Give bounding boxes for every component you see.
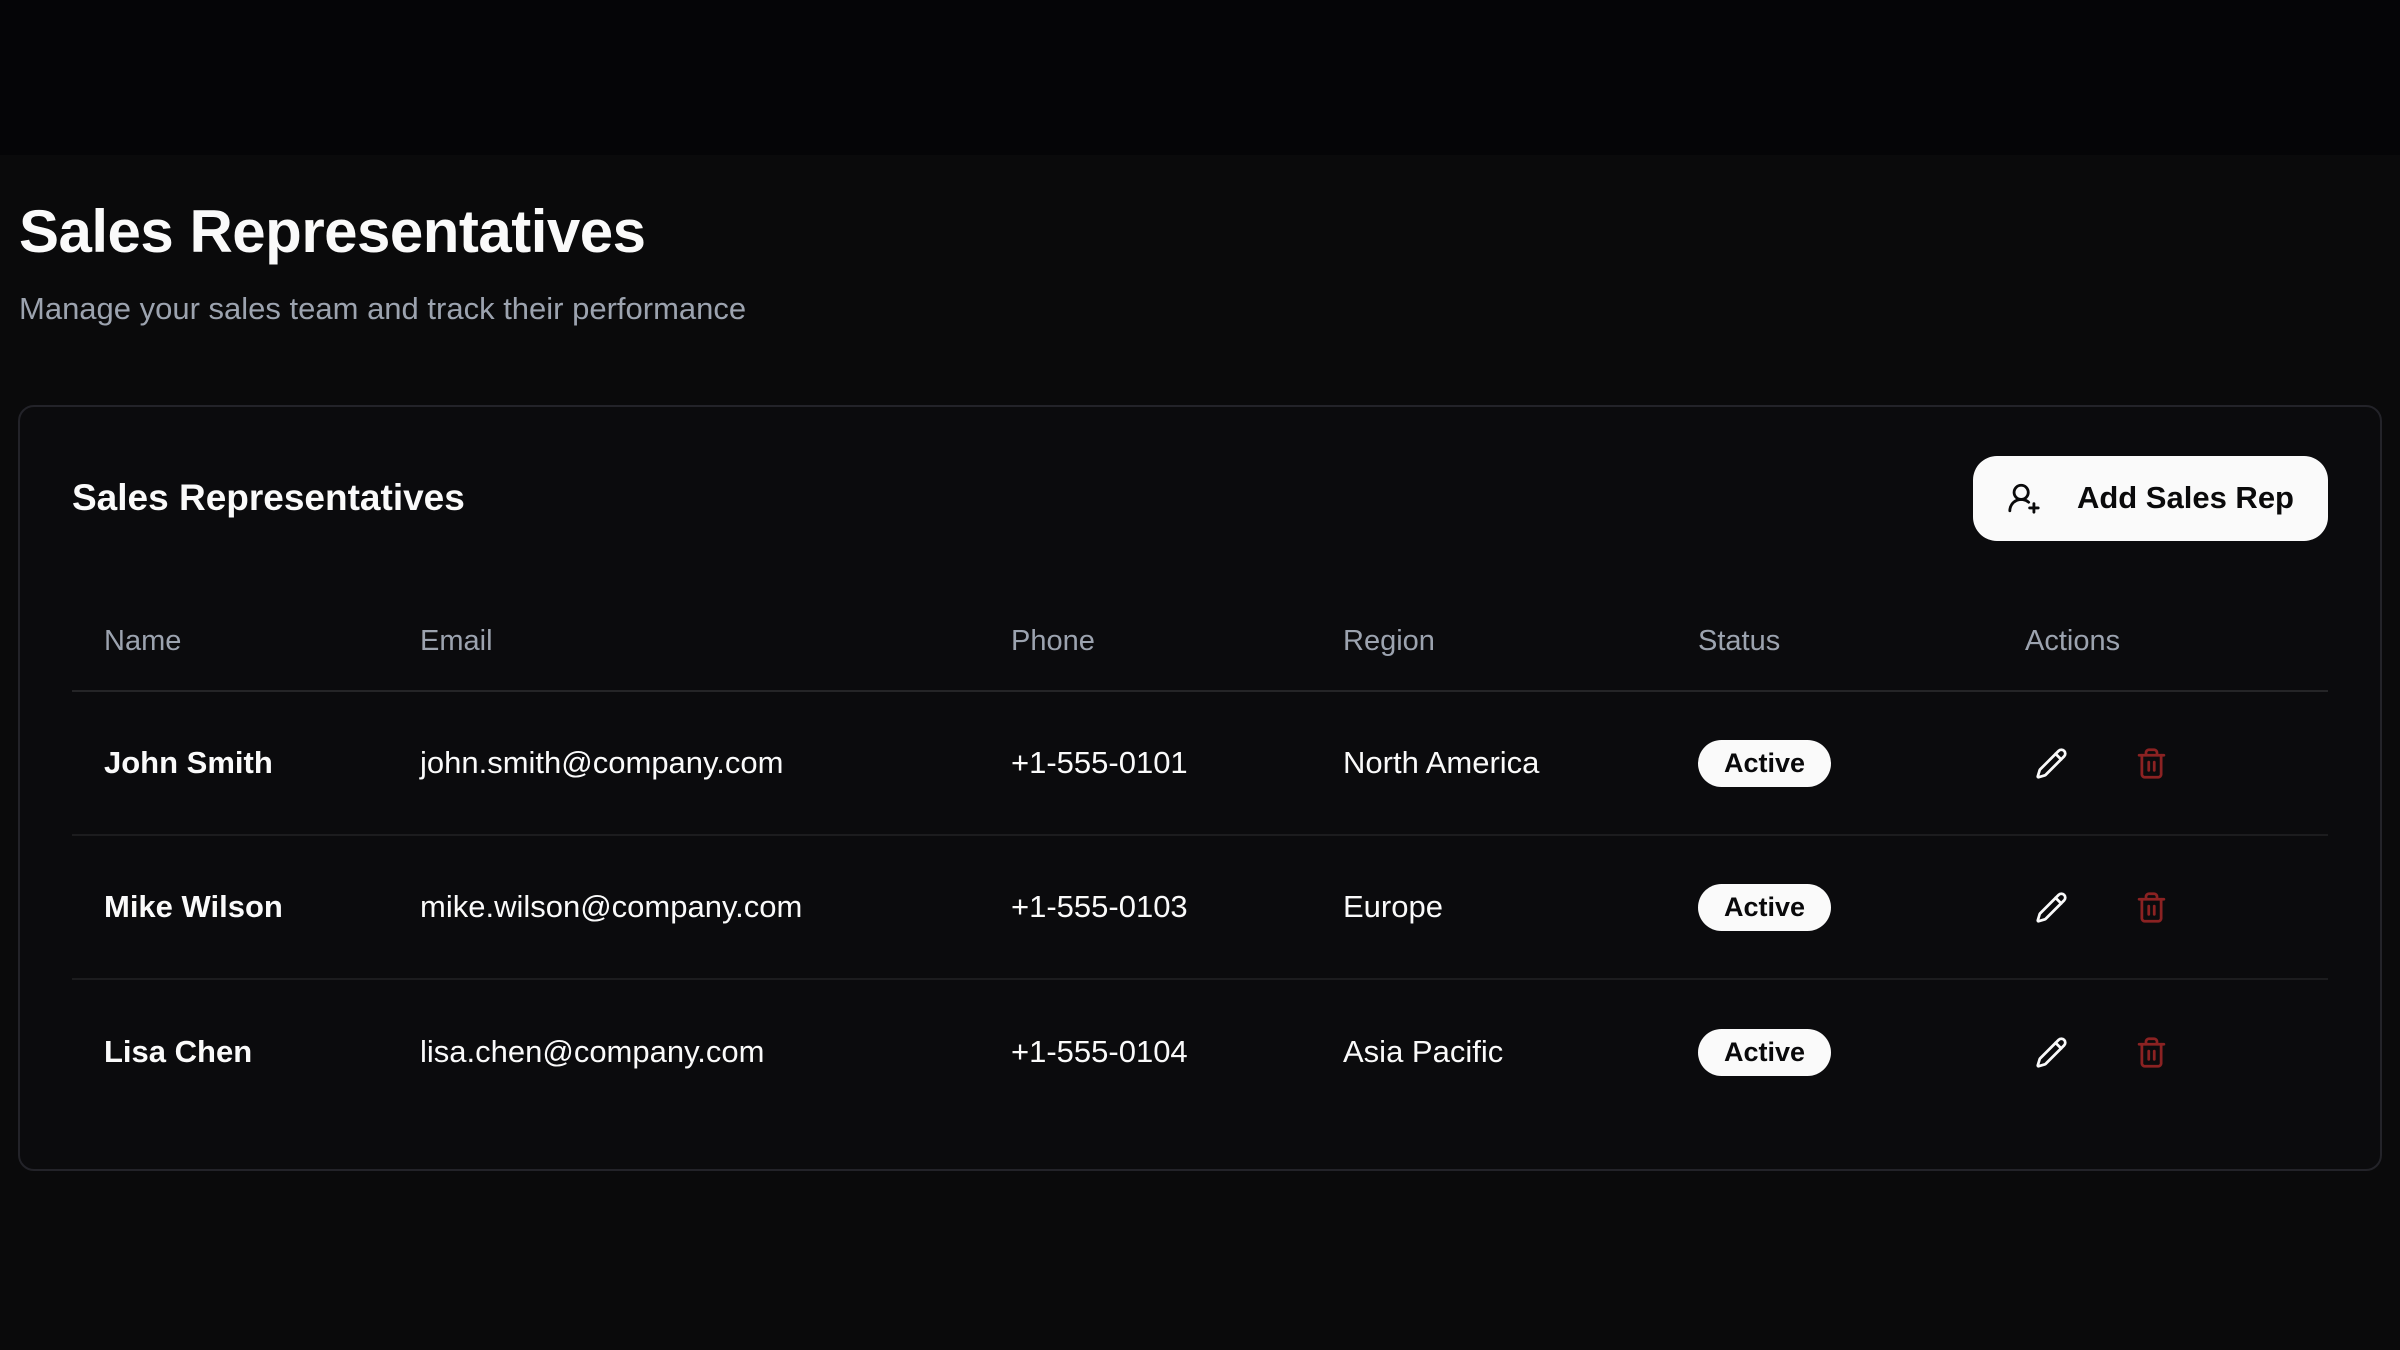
page-subtitle: Manage your sales team and track their p…: [18, 289, 2382, 329]
delete-button[interactable]: [2119, 731, 2183, 795]
status-badge: Active: [1698, 740, 1831, 787]
cell-email: lisa.chen@company.com: [388, 1034, 979, 1070]
cell-phone: +1-555-0103: [979, 889, 1311, 925]
cell-name: Mike Wilson: [72, 889, 388, 925]
table-header-row: Name Email Phone Region Status Actions: [72, 592, 2328, 692]
pencil-icon: [2035, 747, 2068, 780]
cell-region: North America: [1311, 745, 1666, 781]
user-plus-icon: [2007, 481, 2041, 515]
cell-actions: [1993, 875, 2332, 939]
edit-button[interactable]: [2019, 731, 2083, 795]
cell-email: mike.wilson@company.com: [388, 889, 979, 925]
delete-button[interactable]: [2119, 875, 2183, 939]
status-badge: Active: [1698, 884, 1831, 931]
table-row: Mike Wilson mike.wilson@company.com +1-5…: [72, 836, 2328, 980]
cell-actions: [1993, 731, 2332, 795]
column-header-status: Status: [1666, 625, 1993, 658]
pencil-icon: [2035, 891, 2068, 924]
add-sales-rep-button[interactable]: Add Sales Rep: [1973, 456, 2328, 541]
status-badge: Active: [1698, 1029, 1831, 1076]
trash-icon: [2135, 747, 2168, 780]
add-sales-rep-label: Add Sales Rep: [2077, 480, 2294, 516]
cell-name: Lisa Chen: [72, 1034, 388, 1070]
table-row: Lisa Chen lisa.chen@company.com +1-555-0…: [72, 980, 2328, 1124]
cell-status: Active: [1666, 884, 1993, 931]
cell-actions: [1993, 1020, 2332, 1084]
column-header-region: Region: [1311, 625, 1666, 658]
pencil-icon: [2035, 1036, 2068, 1069]
column-header-phone: Phone: [979, 625, 1311, 658]
cell-region: Asia Pacific: [1311, 1034, 1666, 1070]
card-title: Sales Representatives: [72, 477, 465, 519]
table-row: John Smith john.smith@company.com +1-555…: [72, 692, 2328, 836]
column-header-email: Email: [388, 625, 979, 658]
cell-region: Europe: [1311, 889, 1666, 925]
cell-phone: +1-555-0104: [979, 1034, 1311, 1070]
edit-button[interactable]: [2019, 875, 2083, 939]
sales-reps-card: Sales Representatives Add Sales Rep Name…: [18, 405, 2382, 1171]
table-body: John Smith john.smith@company.com +1-555…: [72, 692, 2328, 1124]
page-title: Sales Representatives: [18, 196, 2382, 268]
cell-name: John Smith: [72, 745, 388, 781]
sales-reps-table: Name Email Phone Region Status Actions J…: [72, 592, 2328, 1124]
cell-email: john.smith@company.com: [388, 745, 979, 781]
edit-button[interactable]: [2019, 1020, 2083, 1084]
column-header-actions: Actions: [1993, 625, 2332, 658]
cell-status: Active: [1666, 1029, 1993, 1076]
trash-icon: [2135, 1036, 2168, 1069]
cell-status: Active: [1666, 740, 1993, 787]
delete-button[interactable]: [2119, 1020, 2183, 1084]
trash-icon: [2135, 891, 2168, 924]
card-header: Sales Representatives Add Sales Rep: [72, 455, 2328, 541]
cell-phone: +1-555-0101: [979, 745, 1311, 781]
page: Sales Representatives Manage your sales …: [0, 0, 2400, 1350]
column-header-name: Name: [72, 625, 388, 658]
